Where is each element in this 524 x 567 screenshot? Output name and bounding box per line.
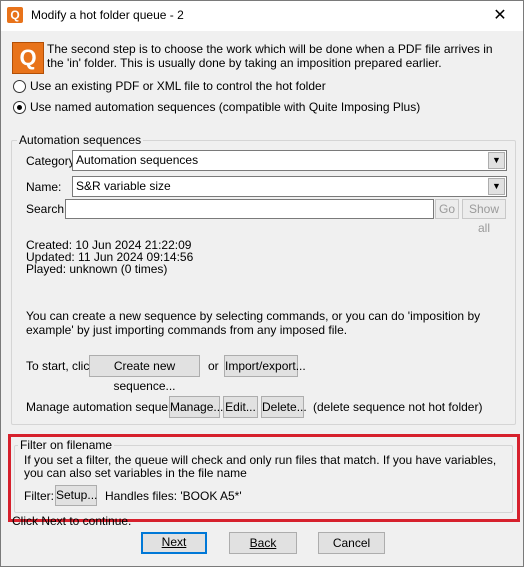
app-logo-icon: Q <box>7 7 23 23</box>
go-button[interactable]: Go <box>435 199 459 219</box>
window-title: Modify a hot folder queue - 2 <box>31 8 184 22</box>
name-select[interactable]: S&R variable size ▼ <box>72 176 507 197</box>
chevron-down-icon[interactable]: ▼ <box>488 152 505 169</box>
highlight-box <box>8 434 520 522</box>
back-button-label: Back <box>249 536 277 550</box>
cancel-button[interactable]: Cancel <box>318 532 385 554</box>
search-label: Search: <box>26 202 68 216</box>
manage-button[interactable]: Manage... <box>169 396 223 418</box>
close-icon[interactable]: ✕ <box>477 1 523 31</box>
delete-note: (delete sequence not hot folder) <box>313 400 483 414</box>
automation-group-label: Automation sequences <box>17 133 144 147</box>
delete-button[interactable]: Delete... <box>261 396 307 418</box>
title-bar[interactable]: Q Modify a hot folder queue - 2 ✕ <box>1 1 523 31</box>
category-label: Category: <box>26 154 79 168</box>
name-value: S&R variable size <box>76 179 171 193</box>
sequence-info-text: You can create a new sequence by selecti… <box>26 309 481 337</box>
pdf-xml-radio[interactable] <box>13 80 26 93</box>
pdf-xml-radio-label[interactable]: Use an existing PDF or XML file to contr… <box>30 79 326 93</box>
next-button-label: Next <box>161 535 187 549</box>
back-button[interactable]: Back <box>229 532 297 554</box>
chevron-down-icon[interactable]: ▼ <box>488 178 505 195</box>
start-label: To start, click <box>26 359 96 373</box>
played-text: Played: unknown (0 times) <box>26 262 168 276</box>
create-new-sequence-button[interactable]: Create new sequence... <box>89 355 200 393</box>
sequences-radio[interactable] <box>13 101 26 114</box>
quite-logo-icon: Q <box>12 42 44 74</box>
category-value: Automation sequences <box>76 153 199 167</box>
import-export-button[interactable]: Import/export... <box>224 355 306 377</box>
edit-button[interactable]: Edit... <box>223 396 258 418</box>
next-button[interactable]: Next <box>141 532 207 554</box>
intro-text: The second step is to choose the work wh… <box>47 42 493 70</box>
dialog-window: Q Modify a hot folder queue - 2 ✕ Q The … <box>0 0 524 567</box>
name-label: Name: <box>26 180 62 194</box>
category-select[interactable]: Automation sequences ▼ <box>72 150 507 171</box>
continue-hint: Click Next to continue. <box>12 514 132 528</box>
show-all-button[interactable]: Show all <box>462 199 506 235</box>
or-label: or <box>208 359 219 373</box>
search-input[interactable] <box>65 199 434 219</box>
sequences-radio-label[interactable]: Use named automation sequences (compatib… <box>30 100 420 114</box>
